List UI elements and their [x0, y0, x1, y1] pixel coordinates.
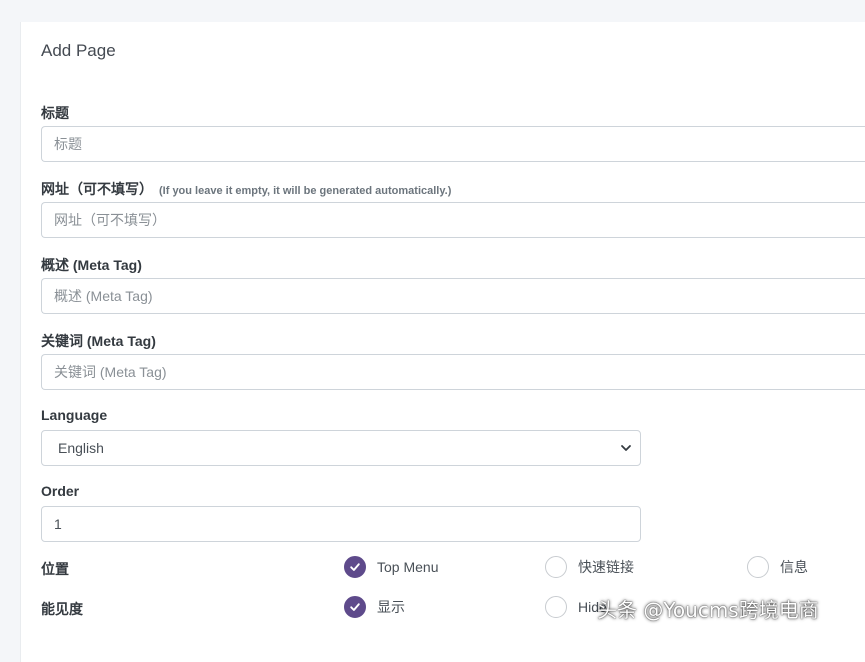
title-label: 标题	[41, 105, 69, 121]
language-select[interactable]: English	[41, 430, 641, 466]
title-placeholder: 标题	[54, 136, 82, 152]
position-option-info[interactable]: 信息	[747, 556, 808, 578]
check-icon[interactable]	[344, 556, 366, 578]
keywords-placeholder: 关键词 (Meta Tag)	[54, 364, 167, 380]
visibility-option-show[interactable]: 显示	[344, 596, 405, 618]
description-placeholder: 概述 (Meta Tag)	[54, 288, 153, 304]
radio-icon[interactable]	[545, 556, 567, 578]
position-option-quick-links[interactable]: 快速链接	[545, 556, 634, 578]
watermark-text: 头条 @Youcms跨境电商	[597, 598, 819, 622]
order-label: Order	[41, 483, 80, 499]
position-label: 位置	[41, 561, 69, 577]
url-input[interactable]: 网址（可不填写）	[41, 202, 865, 238]
language-selected-value: English	[58, 440, 104, 456]
order-value: 1	[54, 516, 62, 532]
url-label: 网址（可不填写） (If you leave it empty, it will …	[41, 179, 451, 199]
position-option-top-menu[interactable]: Top Menu	[344, 556, 438, 578]
radio-icon[interactable]	[747, 556, 769, 578]
radio-icon[interactable]	[545, 596, 567, 618]
keywords-label: 关键词 (Meta Tag)	[41, 333, 156, 349]
url-label-text: 网址（可不填写）	[41, 181, 153, 197]
url-placeholder: 网址（可不填写）	[54, 212, 166, 228]
add-page-card: Add Page 标题 标题 网址（可不填写） (If you leave it …	[20, 22, 865, 662]
position-option-label: 信息	[780, 559, 808, 575]
description-label: 概述 (Meta Tag)	[41, 257, 142, 273]
order-input[interactable]: 1	[41, 506, 641, 542]
page-title: Add Page	[41, 41, 116, 60]
keywords-input[interactable]: 关键词 (Meta Tag)	[41, 354, 865, 390]
chevron-down-icon	[620, 442, 632, 454]
url-hint: (If you leave it empty, it will be gener…	[159, 185, 452, 197]
position-option-label: Top Menu	[377, 559, 439, 575]
title-input[interactable]: 标题	[41, 126, 865, 162]
visibility-option-label: 显示	[377, 599, 405, 615]
visibility-label: 能见度	[41, 601, 83, 617]
position-option-label: 快速链接	[578, 559, 634, 575]
description-input[interactable]: 概述 (Meta Tag)	[41, 278, 865, 314]
language-label: Language	[41, 407, 108, 423]
check-icon[interactable]	[344, 596, 366, 618]
